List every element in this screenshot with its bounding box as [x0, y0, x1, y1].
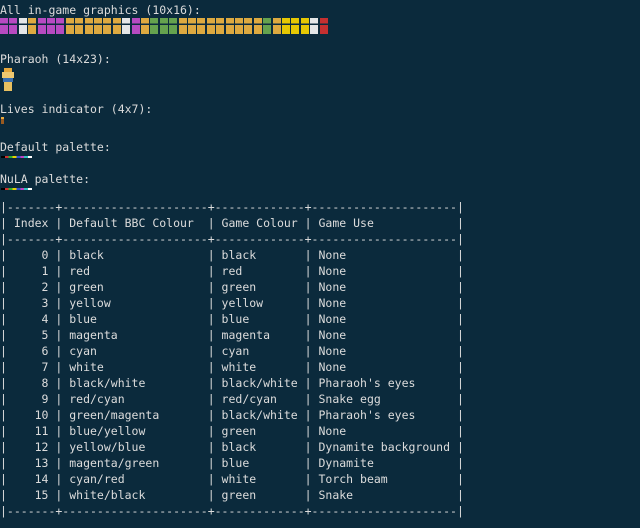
game-sprite	[178, 18, 187, 34]
table-row: | 4 | blue | blue | None |	[0, 312, 464, 326]
table-row: | 11 | blue/yellow | green | None |	[0, 424, 464, 438]
game-sprite	[206, 18, 215, 34]
game-sprite	[319, 18, 328, 34]
sprite-strip	[0, 18, 340, 36]
table-row: | 15 | white/black | green | Snake |	[0, 488, 464, 502]
table-border-bottom: |-------+---------------------+---------…	[0, 504, 464, 518]
table-row: | 9 | red/cyan | red/cyan | Snake egg |	[0, 392, 464, 406]
game-sprite	[216, 18, 225, 34]
table-row: | 14 | cyan/red | white | Torch beam |	[0, 472, 464, 486]
table-row: | 3 | yellow | yellow | None |	[0, 296, 464, 310]
game-sprite	[291, 18, 300, 34]
table-row: | 0 | black | black | None |	[0, 248, 464, 262]
game-sprite	[310, 18, 319, 34]
default-palette-label: Default palette:	[0, 140, 111, 154]
default-palette-swatch	[1, 156, 32, 158]
game-sprite	[300, 18, 309, 34]
game-sprite	[9, 18, 18, 34]
game-sprite	[272, 18, 281, 34]
game-sprite	[122, 18, 131, 34]
game-sprite	[0, 18, 8, 34]
game-sprite	[56, 18, 65, 34]
table-row: | 13 | magenta/green | blue | Dynamite |	[0, 456, 464, 470]
game-sprite	[225, 18, 234, 34]
game-sprite	[84, 18, 93, 34]
game-sprite	[94, 18, 102, 34]
game-sprite	[37, 18, 46, 34]
pharaoh-sprite	[1, 68, 15, 91]
game-sprite	[159, 18, 168, 34]
table-row: | 10 | green/magenta | black/white | Pha…	[0, 408, 464, 422]
game-sprite	[47, 18, 55, 34]
game-sprite	[131, 18, 140, 34]
game-sprite	[112, 18, 121, 34]
table-row: | 8 | black/white | black/white | Pharao…	[0, 376, 464, 390]
table-row: | 6 | cyan | cyan | None |	[0, 344, 464, 358]
lives-label: Lives indicator (4x7):	[0, 102, 153, 116]
table-row: | 12 | yellow/blue | black | Dynamite ba…	[0, 440, 464, 454]
table-row: | 7 | white | white | None |	[0, 360, 464, 374]
game-sprite	[65, 18, 74, 34]
palette-table: |-------+---------------------+---------…	[0, 199, 464, 519]
table-row: | 2 | green | green | None |	[0, 280, 464, 294]
game-sprite	[197, 18, 206, 34]
game-sprite	[150, 18, 159, 34]
table-row: | 5 | magenta | magenta | None |	[0, 328, 464, 342]
lives-indicator-sprite	[1, 117, 4, 124]
game-sprite	[244, 18, 253, 34]
game-sprite	[28, 18, 37, 34]
game-sprite	[141, 18, 149, 34]
game-sprite	[18, 18, 27, 34]
nula-palette-label: NuLA palette:	[0, 172, 91, 186]
game-sprite	[75, 18, 84, 34]
table-border-top: |-------+---------------------+---------…	[0, 200, 464, 214]
game-sprite	[282, 18, 290, 34]
game-sprite	[169, 18, 178, 34]
game-sprite	[103, 18, 112, 34]
table-row: | 1 | red | red | None |	[0, 264, 464, 278]
table-header-row: | Index | Default BBC Colour | Game Colo…	[0, 216, 464, 230]
game-sprite	[188, 18, 196, 34]
game-sprite	[235, 18, 243, 34]
game-sprite	[253, 18, 262, 34]
game-sprite	[263, 18, 272, 34]
all-graphics-label: All in-game graphics (10x16):	[0, 3, 201, 17]
pharaoh-label: Pharaoh (14x23):	[0, 52, 111, 66]
table-border-separator: |-------+---------------------+---------…	[0, 232, 464, 246]
nula-palette-swatch	[1, 188, 32, 190]
